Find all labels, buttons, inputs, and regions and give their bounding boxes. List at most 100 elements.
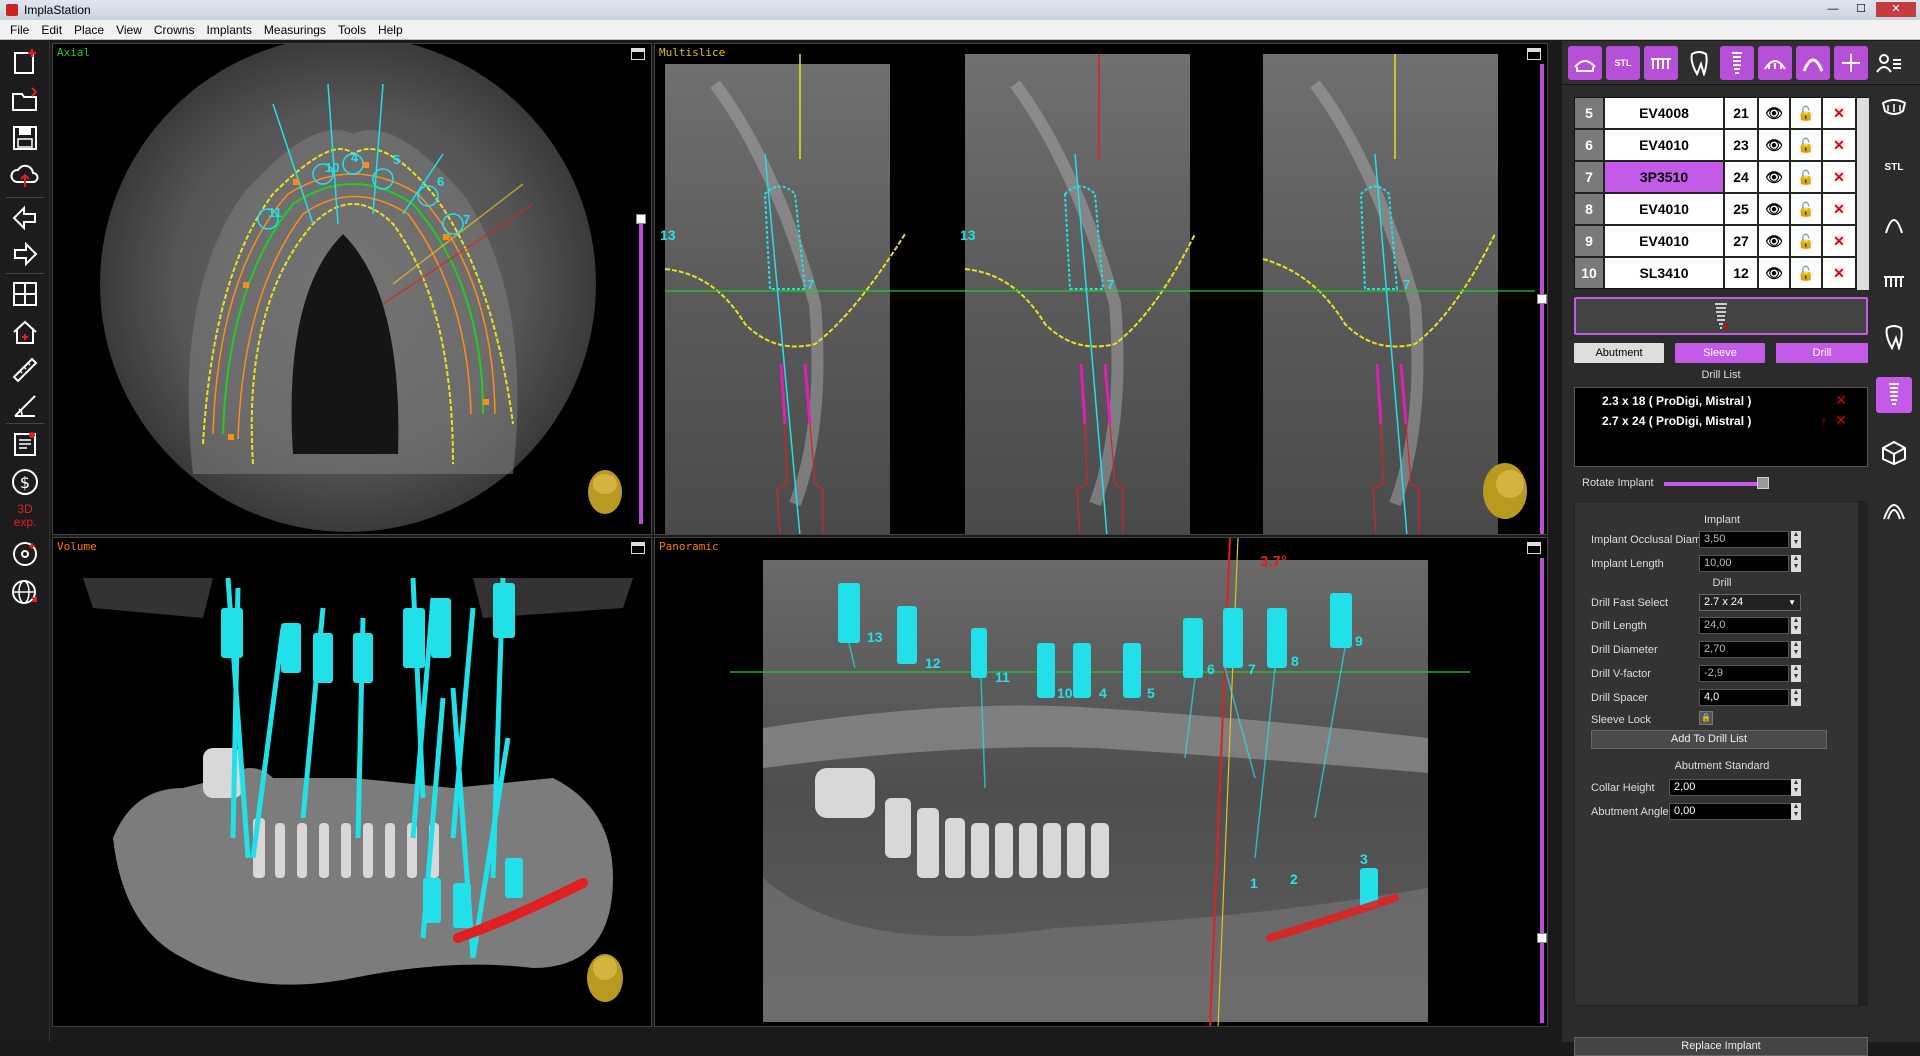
bridge-icon[interactable] xyxy=(1758,46,1792,80)
cloud-upload-icon[interactable] xyxy=(8,159,42,193)
rotate-slider-thumb[interactable] xyxy=(1757,477,1769,489)
table-row[interactable]: 7 3P3510 24 👁 🔓 ✕ xyxy=(1575,162,1869,192)
spinner[interactable]: ▲ ▼ xyxy=(1791,555,1801,572)
delete-icon[interactable]: ✕ xyxy=(1835,412,1847,429)
multislice-view[interactable]: Multislice 13 13 7 7 7 xyxy=(654,43,1548,535)
lock-icon[interactable]: 🔓 xyxy=(1791,130,1821,160)
menu-place[interactable]: Place xyxy=(68,23,110,37)
panoramic-slider[interactable] xyxy=(1540,558,1544,1023)
spinner[interactable]: ▲ ▼ xyxy=(1791,803,1801,820)
replace-implant-button[interactable]: Replace Implant xyxy=(1574,1037,1868,1056)
disc-icon[interactable] xyxy=(8,537,42,571)
close-button[interactable]: ✕ xyxy=(1876,2,1916,17)
ruler-icon[interactable] xyxy=(8,353,42,387)
drill-vfactor-field[interactable]: -2,9 xyxy=(1699,665,1789,682)
drill-fast-select[interactable]: 2.7 x 24 ▼ xyxy=(1699,594,1801,611)
collar-height-field[interactable]: 2,00 xyxy=(1669,779,1801,796)
minimize-button[interactable]: — xyxy=(1820,2,1846,17)
panoramic-slider-thumb[interactable] xyxy=(1537,933,1547,943)
list-item[interactable]: 2.3 x 18 ( ProDigi, Mistral ) xyxy=(1602,394,1751,408)
report-icon[interactable] xyxy=(8,427,42,461)
menu-implants[interactable]: Implants xyxy=(201,23,258,37)
nerve-icon[interactable] xyxy=(1876,491,1912,527)
tab-abutment[interactable]: Abutment xyxy=(1574,343,1664,363)
model-icon[interactable] xyxy=(1876,263,1912,299)
menu-tools[interactable]: Tools xyxy=(332,23,372,37)
new-project-icon[interactable] xyxy=(8,45,42,79)
arrow-left-icon[interactable] xyxy=(8,201,42,235)
table-row[interactable]: 10 SL3410 12 👁 🔓 ✕ xyxy=(1575,258,1869,288)
tab-drill[interactable]: Drill xyxy=(1776,343,1868,363)
drill-length-field[interactable]: 24,0 xyxy=(1699,617,1789,634)
stl-icon[interactable]: STL xyxy=(1606,46,1640,80)
save-icon[interactable] xyxy=(8,121,42,155)
delete-icon[interactable]: ✕ xyxy=(1823,130,1855,160)
lock-icon[interactable]: 🔓 xyxy=(1791,226,1821,256)
export-3d-label[interactable]: 3D exp. xyxy=(10,503,40,529)
head-orientation-icon[interactable] xyxy=(587,954,623,1002)
tooth-icon[interactable] xyxy=(1682,46,1716,80)
implant-code[interactable]: EV4010 xyxy=(1605,226,1723,256)
spinner[interactable]: ▲ ▼ xyxy=(1791,617,1801,634)
spinner[interactable]: ▲ ▼ xyxy=(1791,531,1801,548)
model-icon[interactable] xyxy=(1644,46,1678,80)
maximize-button[interactable]: ☐ xyxy=(1848,2,1874,17)
eye-icon[interactable]: 👁 xyxy=(1759,194,1789,224)
menu-file[interactable]: File xyxy=(4,23,35,37)
crown-icon[interactable] xyxy=(1568,46,1602,80)
menu-measurings[interactable]: Measurings xyxy=(258,23,332,37)
eye-icon[interactable]: 👁 xyxy=(1759,162,1789,192)
layout-icon[interactable] xyxy=(8,277,42,311)
teeth-icon[interactable] xyxy=(1876,91,1912,127)
spinner[interactable]: ▲ ▼ xyxy=(1791,641,1801,658)
implant-code[interactable]: SL3410 xyxy=(1605,258,1723,288)
panoramic-view[interactable]: Panoramic 3.7° 13 12 11 10 4 5 6 7 8 9 1… xyxy=(654,537,1548,1027)
drill-preview-button[interactable] xyxy=(1574,297,1868,335)
table-scrollbar[interactable] xyxy=(1857,98,1869,290)
drill-spacer-field[interactable]: 4,0 xyxy=(1699,689,1789,706)
table-row[interactable]: 6 EV4010 23 👁 🔓 ✕ xyxy=(1575,130,1869,160)
occlusal-diameter-field[interactable]: 3,50 xyxy=(1699,531,1789,548)
spinner[interactable]: ▲ ▼ xyxy=(1791,665,1801,682)
spinner[interactable]: ▲ ▼ xyxy=(1791,779,1801,796)
eye-icon[interactable]: 👁 xyxy=(1759,258,1789,288)
delete-icon[interactable]: ✕ xyxy=(1823,226,1855,256)
table-row[interactable]: 5 EV4008 21 👁 🔓 ✕ xyxy=(1575,98,1869,128)
delete-icon[interactable]: ✕ xyxy=(1835,392,1847,409)
list-item[interactable]: 2.7 x 24 ( ProDigi, Mistral ) xyxy=(1602,414,1751,428)
globe-icon[interactable] xyxy=(8,575,42,609)
open-folder-icon[interactable] xyxy=(8,83,42,117)
arch-icon[interactable] xyxy=(1876,205,1912,241)
stl-icon[interactable]: STL xyxy=(1876,149,1912,185)
eye-icon[interactable]: 👁 xyxy=(1759,130,1789,160)
menu-view[interactable]: View xyxy=(110,23,148,37)
implant-code[interactable]: EV4008 xyxy=(1605,98,1723,128)
menu-help[interactable]: Help xyxy=(372,23,409,37)
implant-length-field[interactable]: 10,00 xyxy=(1699,555,1789,572)
tooth-icon[interactable] xyxy=(1876,319,1912,355)
lock-icon[interactable]: 🔓 xyxy=(1791,98,1821,128)
sleeve-lock-checkbox[interactable]: 🔒 xyxy=(1699,711,1713,725)
angle-measure-icon[interactable] xyxy=(8,389,42,423)
move-up-icon[interactable]: ↑ xyxy=(1821,414,1827,428)
arrow-right-icon[interactable] xyxy=(8,237,42,271)
arch-icon[interactable] xyxy=(1796,46,1830,80)
dollar-icon[interactable]: $ xyxy=(8,465,42,499)
eye-icon[interactable]: 👁 xyxy=(1759,98,1789,128)
table-row[interactable]: 8 EV4010 25 👁 🔓 ✕ xyxy=(1575,194,1869,224)
lock-icon[interactable]: 🔓 xyxy=(1791,194,1821,224)
multislice-slider-thumb[interactable] xyxy=(1537,294,1547,304)
menu-crowns[interactable]: Crowns xyxy=(148,23,201,37)
delete-icon[interactable]: ✕ xyxy=(1823,98,1855,128)
rotate-implant-slider[interactable] xyxy=(1664,482,1766,486)
abutment-angle-field[interactable]: 0,00 xyxy=(1669,803,1801,820)
users-icon[interactable] xyxy=(1872,46,1906,80)
volume-view[interactable]: Volume xyxy=(52,537,652,1027)
add-to-drill-list-button[interactable]: Add To Drill List xyxy=(1591,730,1827,749)
menu-edit[interactable]: Edit xyxy=(35,23,68,37)
implant-code[interactable]: EV4010 xyxy=(1605,194,1723,224)
table-row[interactable]: 9 EV4010 27 👁 🔓 ✕ xyxy=(1575,226,1869,256)
cube-icon[interactable] xyxy=(1876,435,1912,471)
implant-icon[interactable] xyxy=(1876,377,1912,413)
head-orientation-icon[interactable] xyxy=(588,470,622,514)
